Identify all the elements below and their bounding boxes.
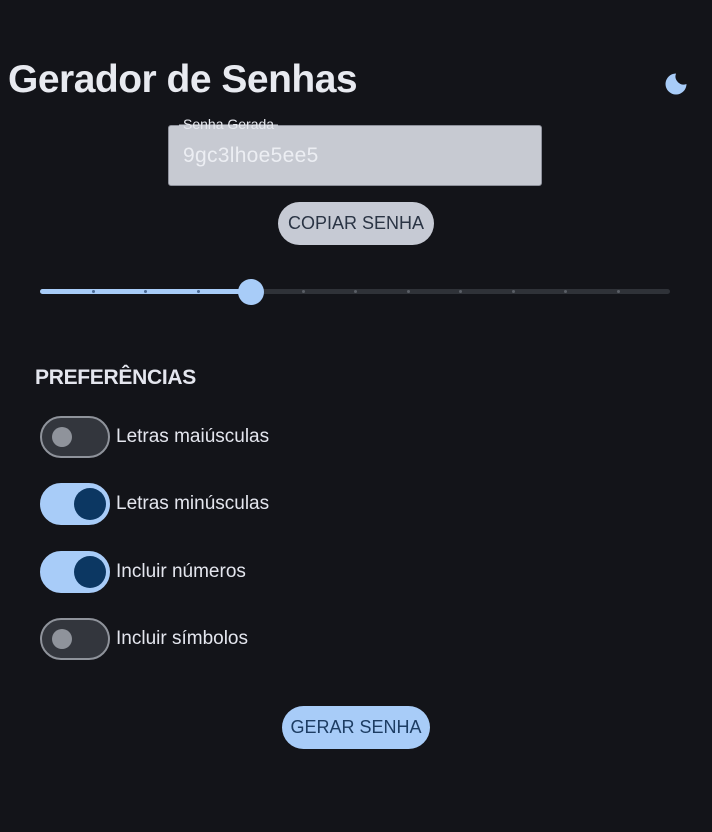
slider-tick bbox=[564, 290, 567, 293]
slider-tick bbox=[354, 290, 357, 293]
slider-track[interactable] bbox=[40, 289, 670, 294]
password-value[interactable]: 9gc3lhoe5ee5 bbox=[183, 144, 319, 168]
theme-toggle-button[interactable] bbox=[660, 68, 692, 100]
lowercase-toggle[interactable] bbox=[40, 482, 110, 525]
slider-tick bbox=[512, 290, 515, 293]
pref-lowercase[interactable]: Letras minúsculas bbox=[40, 482, 269, 525]
toggle-knob bbox=[52, 628, 72, 649]
pref-uppercase-label: Letras maiúsculas bbox=[116, 425, 270, 447]
moon-icon bbox=[665, 73, 687, 95]
slider-tick bbox=[92, 290, 95, 293]
password-field-label: Senha Gerada bbox=[179, 117, 279, 131]
slider-tick bbox=[144, 290, 147, 293]
toggle-knob bbox=[52, 426, 72, 447]
slider-tick bbox=[407, 290, 410, 293]
slider-thumb[interactable] bbox=[238, 279, 264, 305]
pref-lowercase-label: Letras minúsculas bbox=[116, 492, 270, 514]
copy-password-button[interactable]: COPIAR SENHA bbox=[278, 202, 434, 245]
slider-tick bbox=[302, 290, 305, 293]
pref-symbols-label: Incluir símbolos bbox=[116, 627, 248, 649]
toggle-knob bbox=[74, 487, 106, 520]
toggle-knob bbox=[74, 555, 106, 588]
preferences-title: PREFERÊNCIAS bbox=[35, 366, 196, 389]
pref-numbers-label: Incluir números bbox=[116, 560, 246, 582]
pref-symbols[interactable]: Incluir símbolos bbox=[40, 617, 248, 660]
slider-tick bbox=[197, 290, 200, 293]
generate-password-button[interactable]: GERAR SENHA bbox=[282, 706, 430, 749]
generated-password-field[interactable]: Senha Gerada 9gc3lhoe5ee5 bbox=[168, 117, 542, 186]
pref-uppercase[interactable]: Letras maiúsculas bbox=[40, 415, 269, 458]
uppercase-toggle[interactable] bbox=[40, 415, 110, 458]
slider-tick bbox=[617, 290, 620, 293]
pref-numbers[interactable]: Incluir números bbox=[40, 550, 246, 593]
numbers-toggle[interactable] bbox=[40, 550, 110, 593]
symbols-toggle[interactable] bbox=[40, 617, 110, 660]
password-length-slider[interactable] bbox=[40, 279, 672, 305]
app-title: Gerador de Senhas bbox=[8, 58, 358, 101]
slider-tick bbox=[459, 290, 462, 293]
